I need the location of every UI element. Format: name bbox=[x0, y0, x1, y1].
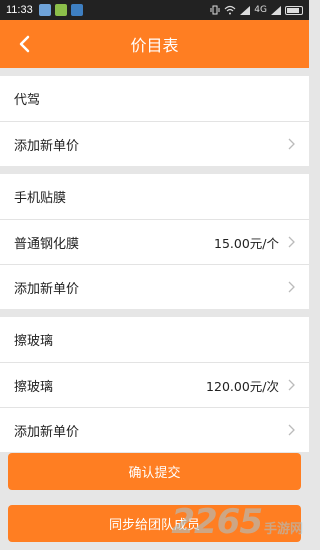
group-header: 擦玻璃 bbox=[0, 317, 309, 362]
chevron-right-icon bbox=[285, 137, 295, 151]
add-price-row[interactable]: 添加新单价 bbox=[0, 264, 309, 309]
page-title: 价目表 bbox=[130, 36, 179, 55]
notification-app-icon bbox=[70, 4, 83, 16]
price-value: 15.00元/个 bbox=[214, 235, 279, 251]
status-bar: 11:33 4G bbox=[0, 0, 309, 20]
battery-icon bbox=[285, 5, 303, 15]
status-time: 11:33 bbox=[6, 4, 33, 16]
vibrate-icon bbox=[210, 5, 220, 15]
signal-icon bbox=[271, 5, 281, 15]
chevron-right-icon bbox=[285, 378, 295, 392]
price-group-phone-film: 手机贴膜 普通钢化膜 15.00元/个 添加新单价 bbox=[0, 174, 309, 309]
price-group-glass: 擦玻璃 擦玻璃 120.00元/次 添加新单价 bbox=[0, 317, 309, 452]
group-name: 代驾 bbox=[14, 93, 41, 108]
row-label: 普通钢化膜 bbox=[14, 236, 80, 252]
price-group-daijia: 代驾 添加新单价 bbox=[0, 76, 309, 166]
signal-icon bbox=[240, 5, 251, 15]
row-label: 擦玻璃 bbox=[14, 379, 54, 395]
wifi-icon bbox=[224, 5, 236, 15]
network-type: 4G bbox=[254, 5, 267, 15]
chevron-right-icon bbox=[285, 235, 295, 249]
chevron-right-icon bbox=[285, 423, 295, 437]
price-item-row[interactable]: 普通钢化膜 15.00元/个 bbox=[0, 219, 309, 264]
add-price-row[interactable]: 添加新单价 bbox=[0, 407, 309, 452]
confirm-submit-button[interactable]: 确认提交 bbox=[8, 453, 301, 490]
sync-team-button[interactable]: 同步给团队成员 bbox=[8, 505, 301, 542]
back-button[interactable] bbox=[10, 30, 38, 58]
price-item-row[interactable]: 擦玻璃 120.00元/次 bbox=[0, 362, 309, 407]
row-label: 添加新单价 bbox=[14, 424, 80, 440]
add-price-row[interactable]: 添加新单价 bbox=[0, 121, 309, 166]
chevron-right-icon bbox=[285, 280, 295, 294]
notification-app-icon bbox=[54, 4, 67, 16]
group-name: 擦玻璃 bbox=[14, 334, 54, 349]
group-header: 手机贴膜 bbox=[0, 174, 309, 219]
notification-app-icon bbox=[38, 4, 51, 16]
group-header: 代驾 bbox=[0, 76, 309, 121]
price-value: 120.00元/次 bbox=[206, 378, 279, 394]
row-label: 添加新单价 bbox=[14, 138, 80, 154]
header-bar: 价目表 bbox=[0, 20, 309, 68]
chevron-left-icon bbox=[19, 35, 30, 53]
group-name: 手机贴膜 bbox=[14, 191, 67, 206]
row-label: 添加新单价 bbox=[14, 281, 80, 297]
